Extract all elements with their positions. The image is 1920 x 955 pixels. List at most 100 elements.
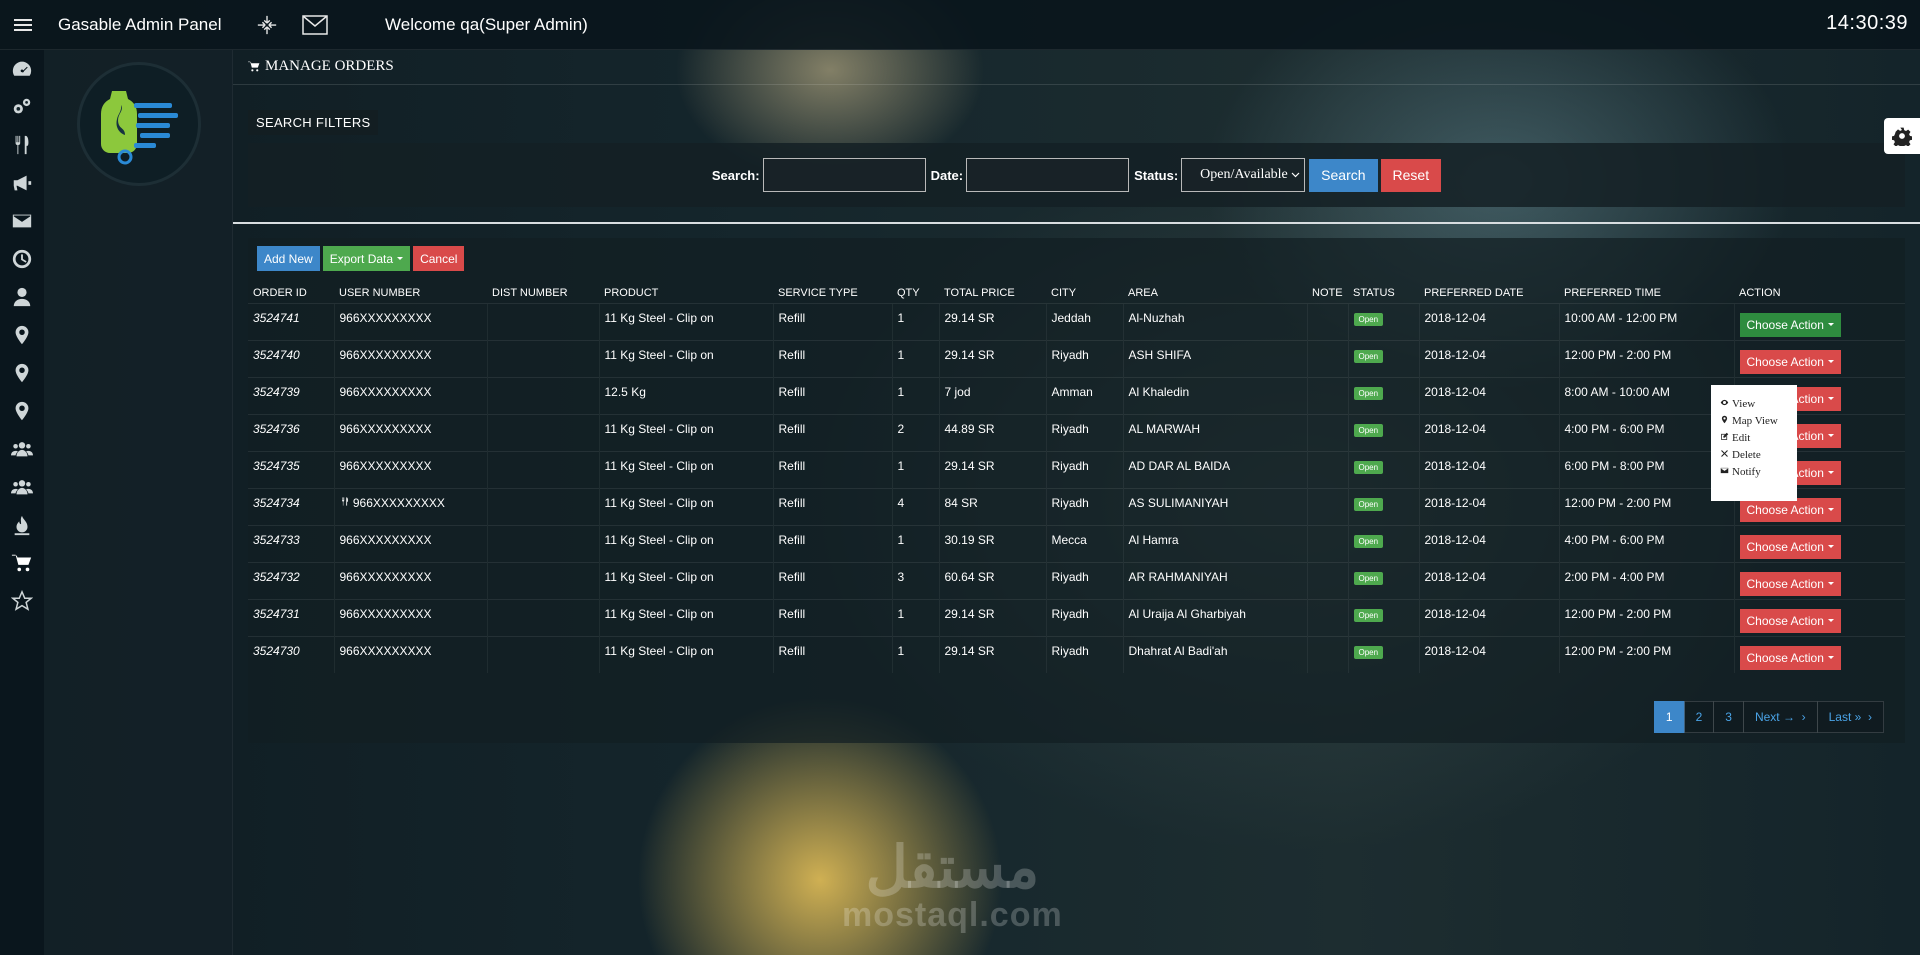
reset-button[interactable]: Reset [1380,158,1442,192]
pagination: 1 2 3 Next → › Last » › [1653,701,1884,733]
users-group-icon[interactable] [0,468,44,506]
shopping-cart-icon[interactable] [0,544,44,582]
cell-user: 966XXXXXXXXX [333,561,487,599]
status-badge: Open [1353,571,1384,585]
sidebar [44,50,233,955]
cell-id: 3524732 [248,561,334,599]
restaurant-icon[interactable] [0,126,44,164]
cell-area: Al Khaledin [1122,376,1307,414]
choose-action-button[interactable]: Choose Action [1739,645,1841,670]
edit-icon [1720,432,1729,444]
cell-price: 84 SR [938,487,1046,525]
column-header: AREA [1128,286,1158,299]
cell-qty: 1 [891,598,939,636]
map-marker-icon[interactable] [0,354,44,392]
cell-product: 11 Kg Steel - Clip on [598,450,773,488]
envelope-icon[interactable] [291,0,339,50]
column-header: ORDER ID [253,286,307,299]
gasable-logo [77,62,201,186]
envelope-icon[interactable] [0,202,44,240]
table-row: 3524731 966XXXXXXXXX 11 Kg Steel - Clip on… [248,598,1905,636]
choose-action-button[interactable]: Choose Action [1739,534,1841,559]
export-data-button[interactable]: Export Data [322,246,411,271]
page-title-text: MANAGE ORDERS [265,58,394,74]
search-button[interactable]: Search [1309,158,1378,192]
add-new-button[interactable]: Add New [257,246,320,271]
choose-action-button[interactable]: Choose Action [1739,571,1841,596]
watermark: مستقل mostaql.com [842,838,1063,934]
last-page-button[interactable]: Last » › [1816,701,1884,733]
choose-action-button[interactable]: Choose Action [1739,608,1841,633]
cell-service: Refill [772,450,892,488]
restaurant-icon [340,496,353,510]
dropdown-item-map-view[interactable]: Map View [1711,412,1797,429]
flame-icon[interactable] [0,506,44,544]
dropdown-item-label: Delete [1732,448,1761,461]
map-marker-icon[interactable] [0,392,44,430]
table-toolbar: Add New Export Data Cancel [257,246,465,271]
status-select[interactable]: Open/Available [1181,158,1306,192]
clock: 14:30:39 [1826,12,1908,34]
megaphone-icon[interactable] [0,164,44,202]
date-input[interactable] [966,158,1130,192]
settings-gear-button[interactable] [1884,118,1920,154]
choose-action-label: Choose Action [1746,317,1824,332]
choose-action-button[interactable]: Choose Action [1739,497,1841,522]
table-row: 3524736 966XXXXXXXXX 11 Kg Steel - Clip on… [248,413,1905,451]
search-input[interactable] [762,158,926,192]
dropdown-item-delete[interactable]: Delete [1711,446,1797,463]
page-1-button[interactable]: 1 [1653,701,1685,733]
cell-action: Choose Action [1733,635,1905,673]
cell-user: 966XXXXXXXXX [333,635,487,673]
page-3-button[interactable]: 3 [1713,701,1744,733]
dropdown-item-edit[interactable]: Edit [1711,429,1797,446]
dropdown-item-notify[interactable]: Notify [1711,463,1797,480]
settings-cogs-icon[interactable] [0,88,44,126]
menu-toggle-icon[interactable] [0,0,46,50]
cell-status: Open [1347,450,1419,488]
table-row: 3524741 966XXXXXXXXX 11 Kg Steel - Clip on… [248,302,1905,340]
cell-price: 60.64 SR [938,561,1046,599]
cell-product: 11 Kg Steel - Clip on [598,561,773,599]
cell-action: Choose Action [1733,302,1905,340]
cell-date: 2018-12-04 [1418,524,1559,562]
cell-time: 12:00 PM - 2:00 PM [1558,339,1734,377]
cell-city: Jeddah [1045,302,1123,340]
cell-service: Refill [772,376,892,414]
cell-status: Open [1347,376,1419,414]
cell-time: 4:00 PM - 6:00 PM [1558,413,1734,451]
cell-date: 2018-12-04 [1418,413,1559,451]
cell-product: 11 Kg Steel - Clip on [598,339,773,377]
next-page-button[interactable]: Next → › [1742,701,1818,733]
status-badge: Open [1353,349,1384,363]
table-row: 3524739 966XXXXXXXXX 12.5 Kg Refill 1 7 jod Am… [248,376,1905,414]
users-group-icon[interactable] [0,430,44,468]
star-icon[interactable] [0,582,44,620]
user-icon[interactable] [0,278,44,316]
caret-down-icon [1827,582,1834,585]
cell-dist [486,413,599,451]
choose-action-button[interactable]: Choose Action [1739,312,1841,337]
clock-icon[interactable] [0,240,44,278]
map-marker-icon[interactable] [0,316,44,354]
caret-down-icon [1827,619,1834,622]
dropdown-item-label: Edit [1732,431,1751,444]
export-data-label: Export Data [329,251,394,266]
table-row: 3524740 966XXXXXXXXX 11 Kg Steel - Clip on… [248,339,1905,377]
cancel-button[interactable]: Cancel [413,246,465,271]
cell-time: 6:00 PM - 8:00 PM [1558,450,1734,488]
page-2-button[interactable]: 2 [1683,701,1715,733]
cell-date: 2018-12-04 [1418,487,1559,525]
watermark-latin: mostaql.com [842,896,1063,934]
column-header: NOTE [1312,286,1343,299]
cell-price: 29.14 SR [938,598,1046,636]
dropdown-item-view[interactable]: View [1711,395,1797,412]
caret-down-icon [1827,360,1834,363]
table-row: 3524732 966XXXXXXXXX 11 Kg Steel - Clip on… [248,561,1905,599]
choose-action-button[interactable]: Choose Action [1739,349,1841,374]
topbar: Gasable Admin Panel Welcome qa(Super Adm… [0,0,1920,50]
table-row: 3524734 966XXXXXXXXX 11 Kg Steel - Clip o… [248,487,1905,525]
eye-icon [1720,398,1729,410]
dashboard-icon[interactable] [0,50,44,88]
collapse-arrows-icon[interactable] [243,0,291,50]
